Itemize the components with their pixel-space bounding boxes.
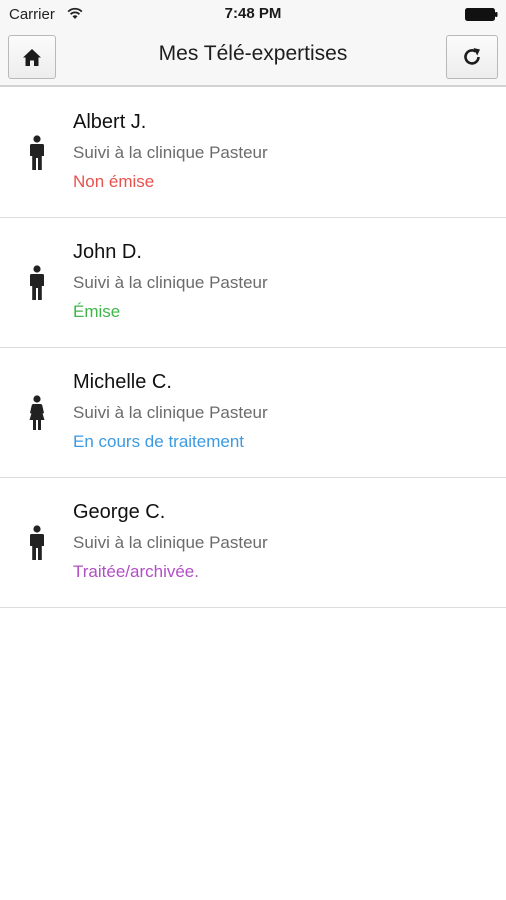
patient-name: John D. xyxy=(73,241,142,263)
patient-clinic: Suivi à la clinique Pasteur xyxy=(73,403,268,422)
status-bar: Carrier 7:48 PM xyxy=(0,0,506,30)
clock: 7:48 PM xyxy=(224,5,282,22)
battery-icon xyxy=(465,8,498,21)
patient-clinic: Suivi à la clinique Pasteur xyxy=(73,143,268,162)
male-person-icon xyxy=(30,135,44,170)
list-item[interactable]: John D. Suivi à la clinique Pasteur Émis… xyxy=(0,218,506,348)
status-label: En cours de traitement xyxy=(73,432,245,451)
list-item[interactable]: Albert J. Suivi à la clinique Pasteur No… xyxy=(0,88,506,218)
status-label: Non émise xyxy=(73,172,155,191)
refresh-button[interactable] xyxy=(446,35,498,79)
home-icon xyxy=(23,48,41,66)
page-title: Mes Télé-expertises xyxy=(158,42,348,65)
patient-name: Michelle C. xyxy=(73,371,172,393)
status-label: Traitée/archivée. xyxy=(73,562,199,581)
male-person-icon xyxy=(30,525,44,560)
expertise-list: Albert J. Suivi à la clinique Pasteur No… xyxy=(0,88,506,608)
patient-name: Albert J. xyxy=(73,111,147,133)
navigation-bar: Mes Télé-expertises xyxy=(0,30,506,87)
list-item[interactable]: George C. Suivi à la clinique Pasteur Tr… xyxy=(0,478,506,608)
patient-clinic: Suivi à la clinique Pasteur xyxy=(73,533,268,552)
patient-clinic: Suivi à la clinique Pasteur xyxy=(73,273,268,292)
status-label: Émise xyxy=(73,302,121,321)
home-button[interactable] xyxy=(8,35,56,79)
refresh-icon xyxy=(464,48,480,65)
female-person-icon xyxy=(29,395,45,430)
list-item[interactable]: Michelle C. Suivi à la clinique Pasteur … xyxy=(0,348,506,478)
patient-name: George C. xyxy=(73,501,166,523)
male-person-icon xyxy=(30,265,44,300)
